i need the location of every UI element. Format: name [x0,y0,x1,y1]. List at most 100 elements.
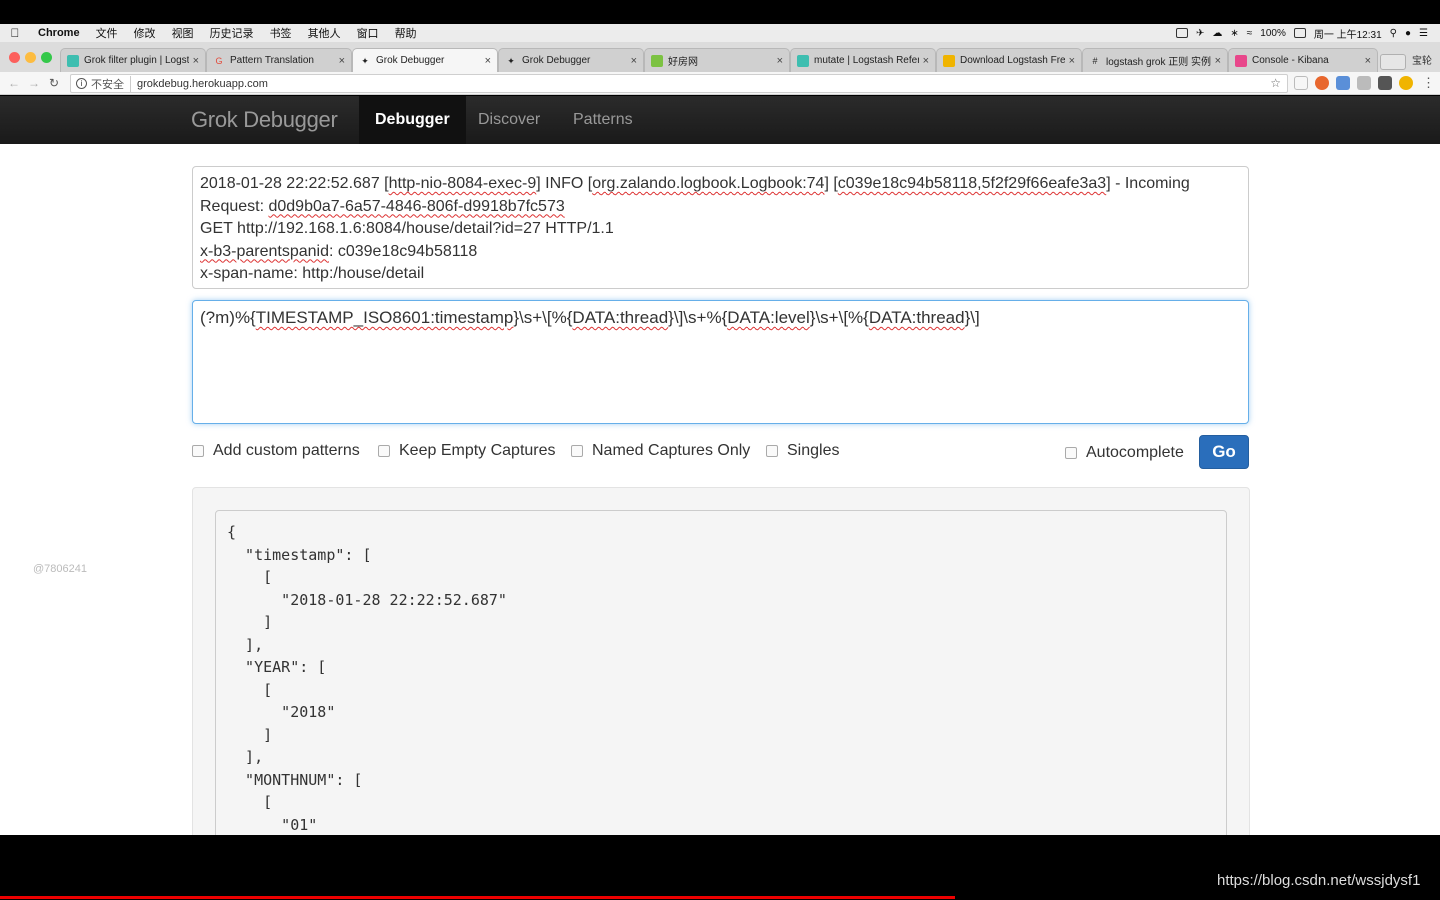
elastic-icon [943,54,955,67]
new-tab-button[interactable] [1380,54,1406,70]
screen-icon[interactable] [1175,28,1188,38]
extensions-area [1294,76,1413,90]
wifi-icon[interactable]: ≈ [1247,28,1253,39]
extension-icon[interactable] [1399,76,1413,90]
menu-history[interactable]: 历史记录 [202,25,262,41]
keep-empty-captures-option[interactable]: Keep Empty Captures [378,442,556,460]
battery-text[interactable]: 100% [1260,28,1286,39]
siri-icon[interactable]: ● [1405,28,1411,39]
insecure-label[interactable]: 不安全 [91,75,131,92]
log-line: x-b3-parentspanid: c039e18c94b58118 [200,241,1241,264]
close-icon[interactable]: × [485,55,491,67]
log-text: Request: [200,197,269,215]
macos-menu-bar:  Chrome 文件 修改 视图 历史记录 书签 其他人 窗口 帮助 ✈ ☁ … [0,24,1440,42]
back-icon[interactable]: ← [4,76,24,90]
extension-icon[interactable] [1315,76,1329,90]
brand-title[interactable]: Grok Debugger [191,107,338,133]
close-icon[interactable]: × [1365,55,1371,67]
battery-icon[interactable] [1293,28,1306,38]
tab-download-logstash[interactable]: Download Logstash Free × [936,48,1082,72]
menu-people[interactable]: 其他人 [300,25,349,41]
extension-icon[interactable] [1357,76,1371,90]
nav-discover[interactable]: Discover [462,96,556,144]
tab-pattern-translation[interactable]: G Pattern Translation × [206,48,352,72]
elastic-icon [797,54,809,67]
tab-mutate[interactable]: mutate | Logstash Refere × [790,48,936,72]
log-line: GET http://192.168.1.6:8084/house/detail… [200,220,614,237]
log-text: org.zalando.logbook.Logbook:74 [592,175,825,192]
add-custom-patterns-option[interactable]: Add custom patterns [192,442,360,460]
search-icon[interactable]: ⚲ [1390,28,1397,39]
close-icon[interactable]: × [777,55,783,67]
log-input-textarea[interactable]: 2018-01-28 22:22:52.687 [http-nio-8084-e… [192,166,1249,289]
cloud-icon[interactable]: ☁ [1212,28,1222,39]
close-icon[interactable]: × [1215,55,1221,67]
tab-title: Grok Debugger [376,55,445,66]
grok-icon: ✦ [361,55,369,66]
pattern-text: (?m)%{ [200,308,256,327]
nav-patterns[interactable]: Patterns [557,96,649,144]
apple-icon[interactable]:  [0,26,30,40]
singles-option[interactable]: Singles [766,442,839,460]
extension-icon[interactable] [1378,76,1392,90]
log-line: 2018-01-28 22:22:52.687 [http-nio-8084-e… [200,173,1241,196]
close-icon[interactable]: × [1069,55,1075,67]
tab-haofang[interactable]: 好房网 × [644,48,790,72]
plane-icon[interactable]: ✈ [1196,28,1204,39]
tab-title: Console - Kibana [1252,55,1329,66]
reload-icon[interactable]: ↻ [44,76,64,90]
url-text[interactable]: grokdebug.herokuapp.com [137,78,268,90]
tab-logstash-grok[interactable]: # logstash grok 正则 实例 × [1082,48,1228,72]
close-icon[interactable]: × [923,55,929,67]
nav-debugger[interactable]: Debugger [359,96,466,144]
add-custom-patterns-checkbox[interactable] [192,445,204,457]
named-captures-only-option[interactable]: Named Captures Only [571,442,750,460]
tab-grok-debugger[interactable]: ✦ Grok Debugger × [498,48,644,72]
menu-view[interactable]: 视图 [164,25,202,41]
tab-grok-debugger-active[interactable]: ✦ Grok Debugger × [352,48,498,72]
address-bar[interactable]: i 不安全 grokdebug.herokuapp.com ☆ [70,74,1288,93]
menu-bookmarks[interactable]: 书签 [262,25,300,41]
menu-edit[interactable]: 修改 [126,25,164,41]
close-window-button[interactable] [9,52,20,63]
close-icon[interactable]: × [193,55,199,67]
named-captures-only-checkbox[interactable] [571,445,583,457]
profile-button[interactable]: 宝轮 [1412,52,1432,67]
pattern-text: }\] [964,308,980,327]
tab-grok-filter[interactable]: Grok filter plugin | Logst × [60,48,206,72]
tab-kibana-console[interactable]: Console - Kibana × [1228,48,1378,72]
singles-checkbox[interactable] [766,445,778,457]
log-text: : c039e18c94b58118 [328,242,478,260]
shield-icon[interactable] [1294,76,1308,90]
menu-window[interactable]: 窗口 [349,25,387,41]
autocomplete-option[interactable]: Autocomplete [1065,444,1184,462]
grok-icon: ✦ [507,55,515,66]
menu-chrome[interactable]: Chrome [30,27,88,39]
close-icon[interactable]: × [339,55,345,67]
pattern-text: TIMESTAMP_ISO8601:timestamp [255,308,514,327]
go-button[interactable]: Go [1199,435,1249,469]
autocomplete-checkbox[interactable] [1065,447,1077,459]
log-text: d0d9b0a7-6a57-4846-806f-d9918b7fc573 [268,197,565,215]
log-line: Request: d0d9b0a7-6a57-4846-806f-d9918b7… [200,196,1241,219]
menu-help[interactable]: 帮助 [387,25,425,41]
info-icon[interactable]: i [76,78,87,89]
bluetooth-icon[interactable]: ∗ [1230,28,1238,39]
pattern-text: }\s+\[%{ [513,308,573,327]
close-icon[interactable]: × [631,55,637,67]
minimize-window-button[interactable] [25,52,36,63]
bookmark-star-icon[interactable]: ☆ [1270,76,1281,90]
zoom-window-button[interactable] [41,52,52,63]
menu-file[interactable]: 文件 [88,25,126,41]
keep-empty-captures-checkbox[interactable] [378,445,390,457]
clock-text[interactable]: 周一 上午12:31 [1314,26,1382,41]
hash-icon: # [1092,55,1098,66]
more-menu-icon[interactable]: ⋮ [1422,75,1435,91]
list-icon[interactable]: ☰ [1419,28,1428,39]
extension-icon[interactable] [1336,76,1350,90]
pattern-input-textarea[interactable]: (?m)%{TIMESTAMP_ISO8601:timestamp}\s+\[%… [192,300,1249,424]
option-label: Keep Empty Captures [399,442,556,459]
tab-title: 好房网 [668,57,698,68]
page-content: Grok Debugger Debugger Discover Patterns… [0,96,1440,835]
forward-icon[interactable]: → [24,76,44,90]
